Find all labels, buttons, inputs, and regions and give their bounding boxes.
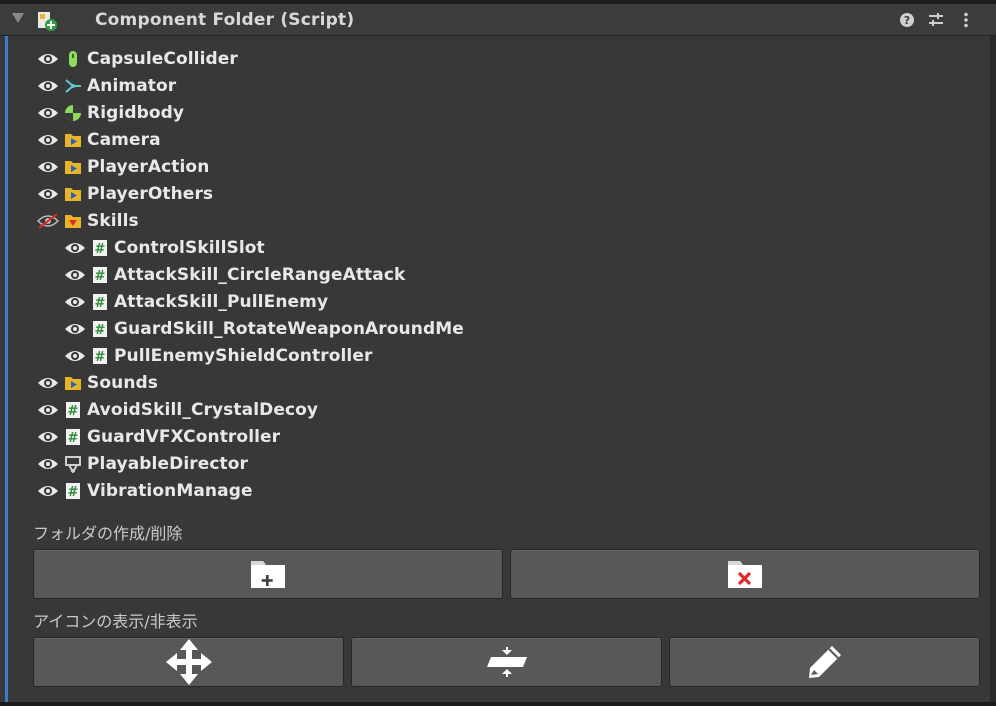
visibility-eye-icon[interactable] bbox=[63, 240, 87, 256]
folder-collapsed-icon bbox=[64, 374, 82, 392]
tree-row[interactable]: Sounds bbox=[0, 369, 990, 396]
capsule-collider-icon bbox=[64, 50, 82, 68]
folder-add-icon bbox=[251, 561, 285, 588]
tree-row-label: PlayerOthers bbox=[87, 183, 214, 204]
tree-row-label: VibrationManage bbox=[87, 480, 253, 501]
script-folder-add-icon bbox=[36, 10, 58, 32]
folder-collapsed-icon bbox=[64, 158, 82, 176]
folder-delete-icon bbox=[728, 561, 762, 588]
script-icon: # bbox=[64, 401, 82, 419]
svg-text:#: # bbox=[95, 242, 106, 257]
folder-expanded-icon bbox=[64, 212, 82, 230]
tree-row-label: ControlSkillSlot bbox=[114, 237, 265, 258]
tree-row[interactable]: Animator bbox=[0, 72, 990, 99]
tree-row[interactable]: # AvoidSkill_CrystalDecoy bbox=[0, 396, 990, 423]
foldout-arrow-icon[interactable] bbox=[12, 13, 24, 23]
visibility-eye-icon[interactable] bbox=[63, 267, 87, 283]
preset-sliders-icon[interactable] bbox=[927, 11, 945, 29]
visibility-eye-icon[interactable] bbox=[36, 375, 60, 391]
script-icon: # bbox=[64, 482, 82, 500]
visibility-eye-icon[interactable] bbox=[36, 51, 60, 67]
tree-row[interactable]: # ControlSkillSlot bbox=[0, 234, 990, 261]
help-icon[interactable]: ? bbox=[898, 11, 916, 29]
collapse-expand-icon bbox=[486, 647, 527, 677]
visibility-eye-icon[interactable] bbox=[36, 483, 60, 499]
script-icon: # bbox=[91, 320, 109, 338]
tree-row[interactable]: Skills bbox=[0, 207, 990, 234]
tree-row[interactable]: PlayerOthers bbox=[0, 180, 990, 207]
visibility-eye-icon[interactable] bbox=[63, 348, 87, 364]
script-icon: # bbox=[64, 428, 82, 446]
tree-row-label: Animator bbox=[87, 75, 177, 96]
tree-row[interactable]: # PullEnemyShieldController bbox=[0, 342, 990, 369]
tree-row[interactable]: PlayableDirector bbox=[0, 450, 990, 477]
tree-row-label: AvoidSkill_CrystalDecoy bbox=[87, 399, 319, 420]
svg-text:#: # bbox=[68, 485, 79, 500]
visibility-eye-icon[interactable] bbox=[36, 402, 60, 418]
script-icon: # bbox=[91, 239, 109, 257]
component-header[interactable]: Component Folder (Script) ? bbox=[0, 4, 996, 36]
tree-row-label: GuardSkill_RotateWeaponAroundMe bbox=[114, 318, 464, 339]
tree-row-label: CapsuleCollider bbox=[87, 48, 238, 69]
svg-text:#: # bbox=[95, 323, 106, 338]
visibility-eye-icon[interactable] bbox=[36, 132, 60, 148]
playable-director-icon bbox=[64, 455, 82, 473]
visibility-eye-icon[interactable] bbox=[36, 78, 60, 94]
tree-row[interactable]: # GuardVFXController bbox=[0, 423, 990, 450]
svg-text:?: ? bbox=[904, 14, 910, 27]
tree-row-label: Sounds bbox=[87, 372, 159, 393]
delete-folder-button[interactable] bbox=[510, 549, 980, 599]
tree-row[interactable]: Camera bbox=[0, 126, 990, 153]
visibility-eye-icon[interactable] bbox=[36, 456, 60, 472]
kebab-menu-icon[interactable] bbox=[957, 11, 975, 29]
move-arrows-icon bbox=[165, 639, 212, 685]
visibility-eye-icon[interactable] bbox=[36, 429, 60, 445]
tree-row[interactable]: # AttackSkill_PullEnemy bbox=[0, 288, 990, 315]
tree-row-label: PullEnemyShieldController bbox=[114, 345, 373, 366]
visibility-eye-icon[interactable] bbox=[63, 321, 87, 337]
script-icon: # bbox=[91, 266, 109, 284]
component-tree: CapsuleCollider Animator Rigidbody Camera Pl… bbox=[0, 45, 990, 504]
tree-row[interactable]: # GuardSkill_RotateWeaponAroundMe bbox=[0, 315, 990, 342]
tree-row[interactable]: # VibrationManage bbox=[0, 477, 990, 504]
folder-section-label: フォルダの作成/削除 bbox=[33, 524, 183, 543]
svg-text:#: # bbox=[68, 431, 79, 446]
move-icons-button[interactable] bbox=[33, 637, 344, 687]
component-title: Component Folder (Script) bbox=[95, 10, 355, 30]
tree-row-label: Rigidbody bbox=[87, 102, 185, 123]
add-folder-button[interactable] bbox=[33, 549, 503, 599]
animator-icon bbox=[64, 77, 82, 95]
inspector-right-edge bbox=[990, 36, 996, 706]
rigidbody-icon bbox=[64, 104, 82, 122]
bottom-border bbox=[0, 702, 996, 706]
svg-text:#: # bbox=[68, 404, 79, 419]
tree-row-label: PlayableDirector bbox=[87, 453, 249, 474]
script-icon: # bbox=[91, 293, 109, 311]
tree-row-label: AttackSkill_PullEnemy bbox=[114, 291, 329, 312]
tree-row-label: AttackSkill_CircleRangeAttack bbox=[114, 264, 406, 285]
tree-row[interactable]: # AttackSkill_CircleRangeAttack bbox=[0, 261, 990, 288]
tree-row-label: Skills bbox=[87, 210, 139, 231]
visibility-eye-icon[interactable] bbox=[36, 159, 60, 175]
icon-section-label: アイコンの表示/非表示 bbox=[33, 612, 198, 631]
tree-row[interactable]: Rigidbody bbox=[0, 99, 990, 126]
pencil-edit-icon bbox=[808, 646, 841, 678]
tree-row[interactable]: CapsuleCollider bbox=[0, 45, 990, 72]
edit-icons-button[interactable] bbox=[669, 637, 980, 687]
tree-row-label: Camera bbox=[87, 129, 161, 150]
visibility-eye-icon[interactable] bbox=[36, 105, 60, 121]
svg-text:#: # bbox=[95, 350, 106, 365]
folder-collapsed-icon bbox=[64, 131, 82, 149]
visibility-hidden-eye-icon[interactable] bbox=[36, 212, 60, 229]
tree-row[interactable]: PlayerAction bbox=[0, 153, 990, 180]
folder-collapsed-icon bbox=[64, 185, 82, 203]
script-icon: # bbox=[91, 347, 109, 365]
visibility-eye-icon[interactable] bbox=[36, 186, 60, 202]
tree-row-label: PlayerAction bbox=[87, 156, 210, 177]
svg-text:#: # bbox=[95, 269, 106, 284]
tree-row-label: GuardVFXController bbox=[87, 426, 281, 447]
collapse-expand-button[interactable] bbox=[351, 637, 662, 687]
visibility-eye-icon[interactable] bbox=[63, 294, 87, 310]
svg-text:#: # bbox=[95, 296, 106, 311]
